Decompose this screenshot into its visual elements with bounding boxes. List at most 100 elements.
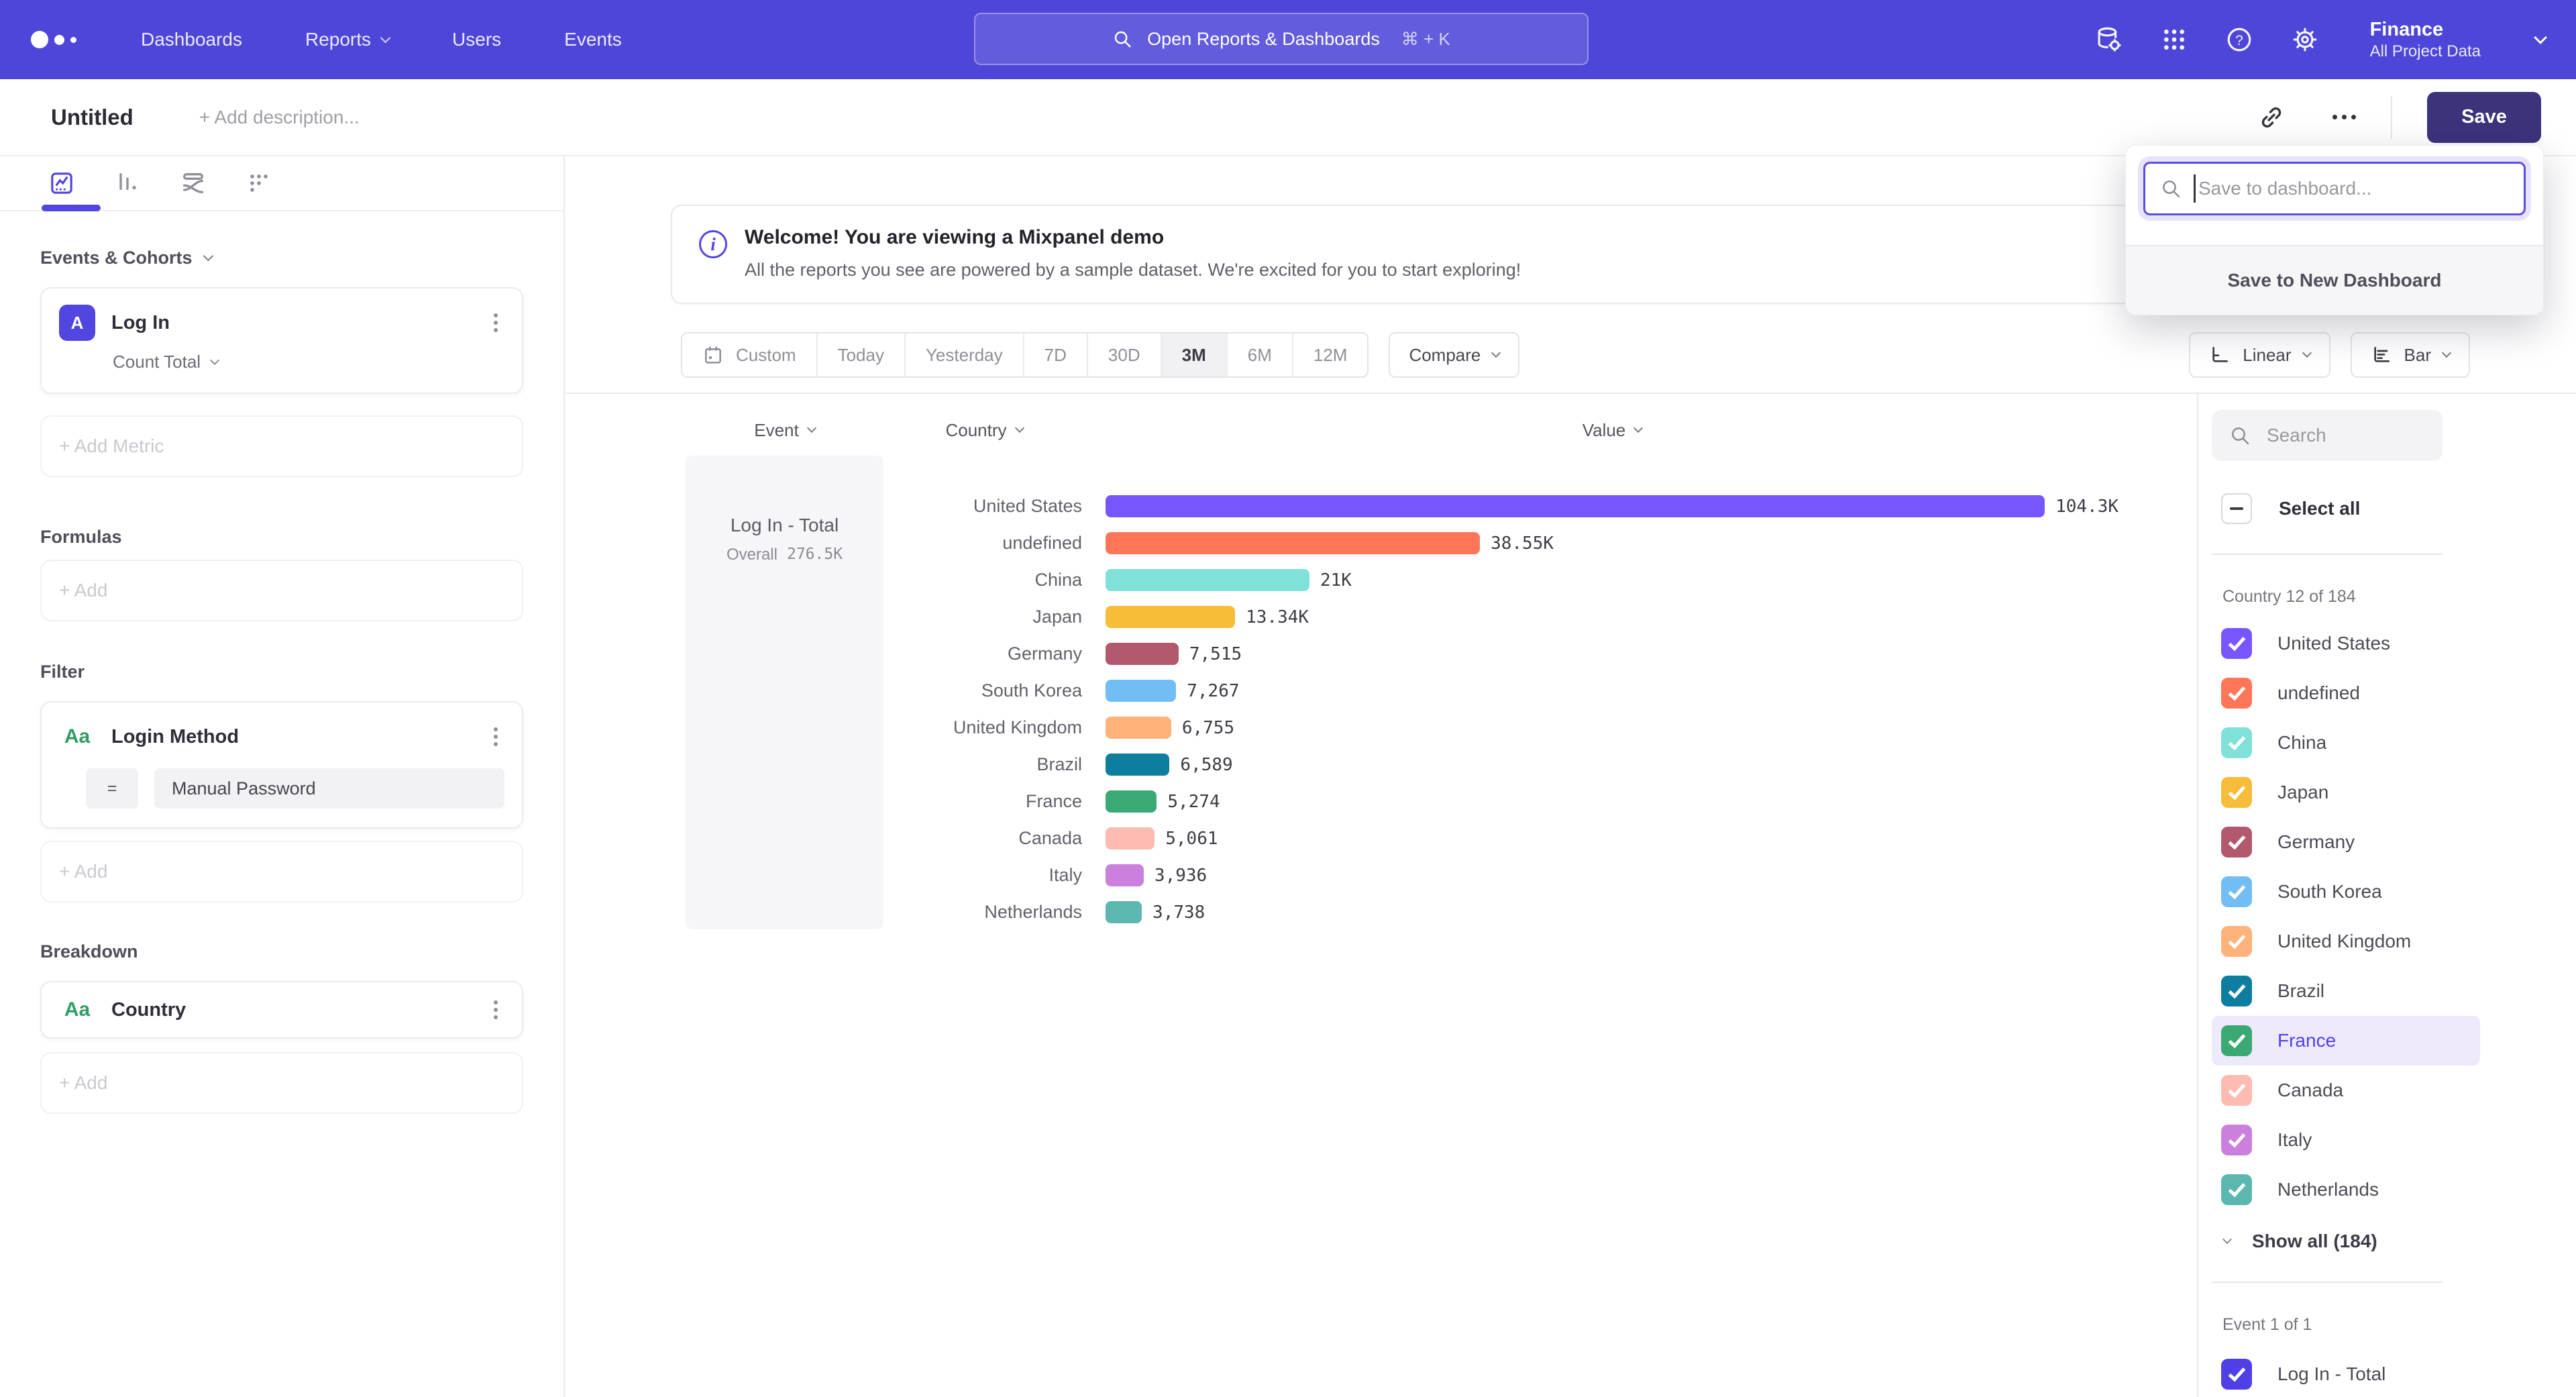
country-checkbox[interactable] (2221, 678, 2252, 709)
value-bar[interactable] (1106, 532, 1480, 554)
value-bar[interactable] (1106, 680, 1176, 702)
country-label: Netherlands (883, 902, 1085, 923)
events-cohorts-header[interactable]: Events & Cohorts (40, 248, 523, 268)
tab-funnels-icon[interactable] (114, 170, 141, 197)
aggregation-selector[interactable]: Count Total (113, 352, 504, 372)
country-legend-item[interactable]: South Korea (2212, 867, 2480, 917)
report-title[interactable]: Untitled (51, 105, 133, 130)
column-header-event[interactable]: Event (686, 420, 883, 441)
check-icon (2228, 1030, 2245, 1048)
add-breakdown-button[interactable]: + Add (40, 1052, 523, 1114)
country-checkbox[interactable] (2221, 926, 2252, 957)
legend-search-input[interactable]: Search (2212, 410, 2443, 461)
save-button[interactable]: Save (2427, 92, 2541, 143)
tab-flows-icon[interactable] (180, 170, 207, 197)
column-header-value[interactable]: Value (1106, 420, 2118, 441)
chevron-down-icon[interactable] (2534, 31, 2547, 44)
value-bar[interactable] (1106, 901, 1142, 923)
chevron-down-icon (380, 32, 391, 43)
filter-operator[interactable]: = (86, 768, 138, 809)
country-checkbox[interactable] (2221, 876, 2252, 907)
date-range-segment[interactable]: 12M (1292, 333, 1368, 376)
add-filter-button[interactable]: + Add (40, 841, 523, 902)
event-legend-item[interactable]: Log In - Total (2212, 1349, 2480, 1397)
value-bar[interactable] (1106, 754, 1169, 776)
date-range-custom[interactable]: Custom (682, 333, 816, 376)
date-range-segment[interactable]: 3M (1161, 333, 1226, 376)
country-checkbox[interactable] (2221, 727, 2252, 758)
nav-item[interactable]: Reports (305, 29, 389, 50)
date-range-segment[interactable]: 7D (1023, 333, 1087, 376)
scale-selector[interactable]: Linear (2189, 332, 2330, 378)
kebab-menu-icon[interactable] (494, 1008, 498, 1012)
save-to-dashboard-input[interactable]: Save to dashboard... (2143, 162, 2526, 215)
country-checkbox[interactable] (2221, 976, 2252, 1006)
country-checkbox[interactable] (2221, 827, 2252, 858)
value-bar[interactable] (1106, 495, 2045, 517)
more-options-icon[interactable] (2342, 115, 2347, 119)
mixpanel-logo-icon[interactable] (31, 31, 76, 48)
value-bar[interactable] (1106, 827, 1155, 849)
copy-link-icon[interactable] (2259, 105, 2284, 130)
country-legend-item[interactable]: France (2212, 1016, 2480, 1066)
date-range-segment[interactable]: 6M (1226, 333, 1292, 376)
date-range-segment[interactable]: 30D (1087, 333, 1161, 376)
value-bar[interactable] (1106, 606, 1235, 628)
tab-retention-icon[interactable] (246, 170, 272, 197)
check-icon (2228, 1363, 2245, 1382)
project-switcher[interactable]: Finance All Project Data (2370, 17, 2481, 62)
nav-item[interactable]: Dashboards (141, 29, 242, 50)
country-legend-item[interactable]: China (2212, 718, 2480, 768)
filter-value[interactable]: Manual Password (154, 768, 504, 809)
nav-item[interactable]: Events (564, 29, 622, 50)
help-icon[interactable]: ? (2225, 25, 2253, 54)
country-legend-item[interactable]: Brazil (2212, 966, 2480, 1016)
country-checkbox[interactable] (2221, 628, 2252, 659)
settings-gear-icon[interactable] (2291, 25, 2319, 54)
kebab-menu-icon[interactable] (494, 321, 498, 325)
save-to-new-dashboard-button[interactable]: Save to New Dashboard (2126, 245, 2543, 315)
country-checkbox[interactable] (2221, 1174, 2252, 1205)
country-legend-item[interactable]: United Kingdom (2212, 917, 2480, 966)
value-bar[interactable] (1106, 643, 1179, 665)
value-bar[interactable] (1106, 790, 1157, 813)
add-metric-button[interactable]: + Add Metric (40, 415, 523, 477)
event-checkbox[interactable] (2221, 1359, 2252, 1390)
value-bar[interactable] (1106, 569, 1309, 591)
data-management-icon[interactable] (2095, 25, 2123, 54)
compare-button[interactable]: Compare (1389, 332, 1519, 378)
kebab-menu-icon[interactable] (494, 735, 498, 739)
value-bar[interactable] (1106, 717, 1171, 739)
value-bar[interactable] (1106, 864, 1144, 886)
global-search[interactable]: Open Reports & Dashboards ⌘ + K (974, 13, 1589, 65)
apps-grid-icon[interactable] (2161, 26, 2188, 53)
country-legend-item[interactable]: undefined (2212, 668, 2480, 718)
filter-card[interactable]: Aa Login Method = Manual Password (40, 701, 523, 829)
select-all-checkbox[interactable] (2221, 493, 2252, 524)
country-checkbox[interactable] (2221, 777, 2252, 808)
metric-card[interactable]: A Log In Count Total (40, 287, 523, 394)
country-legend-item[interactable]: Japan (2212, 768, 2480, 817)
chart-row: Japan 13.34K (883, 599, 2197, 635)
add-description-field[interactable]: + Add description... (199, 107, 360, 128)
country-legend-item[interactable]: Canada (2212, 1066, 2480, 1115)
country-checkbox[interactable] (2221, 1025, 2252, 1056)
country-legend-item[interactable]: United States (2212, 619, 2480, 668)
show-all-toggle[interactable]: Show all (184) (2212, 1231, 2576, 1252)
nav-item[interactable]: Users (452, 29, 501, 50)
country-checkbox[interactable] (2221, 1075, 2252, 1106)
tab-insights-icon[interactable] (48, 170, 75, 197)
country-checkbox[interactable] (2221, 1125, 2252, 1155)
column-header-country[interactable]: Country (883, 420, 1085, 441)
country-label: Canada (883, 828, 1085, 849)
add-formula-button[interactable]: + Add (40, 560, 523, 621)
date-range-segment[interactable]: Today (816, 333, 904, 376)
country-legend-item[interactable]: Italy (2212, 1115, 2480, 1165)
search-placeholder: Open Reports & Dashboards (1147, 29, 1380, 50)
country-legend-item[interactable]: Germany (2212, 817, 2480, 867)
date-range-segment[interactable]: Yesterday (904, 333, 1023, 376)
breakdown-card[interactable]: Aa Country (40, 981, 523, 1039)
select-all-row[interactable]: Select all (2212, 493, 2576, 524)
chart-type-selector[interactable]: Bar (2351, 332, 2470, 378)
country-legend-item[interactable]: Netherlands (2212, 1165, 2480, 1214)
